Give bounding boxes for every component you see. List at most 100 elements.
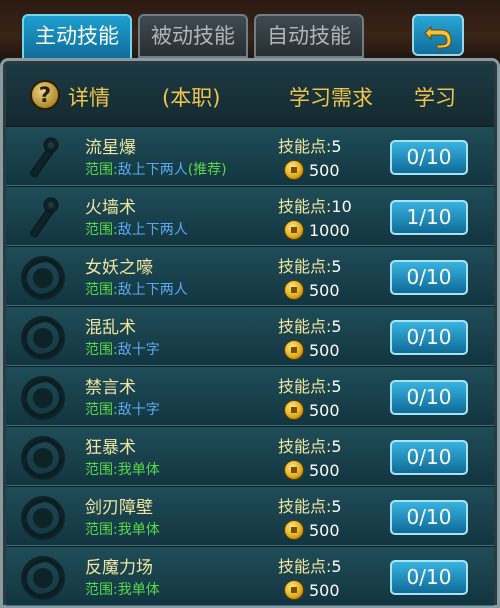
learn-button[interactable]: 1/10 [390,200,468,235]
gold-cost: 500 [309,461,340,480]
gold-coin-icon [284,340,304,360]
range-label: 范围: [85,462,118,478]
gold-cost: 500 [309,521,340,540]
skill-name: 女妖之嚎 [85,258,153,278]
learn-button[interactable]: 0/10 [390,320,468,355]
list-header: ? 详情 (本职) 学习需求 学习 [6,64,494,126]
points-value: 5 [331,557,342,576]
range-value: 敌上下两人 [117,282,188,298]
skill-range: 范围:敌上下两人(推荐) [85,159,227,179]
skill-name: 流星爆 [85,138,136,158]
skill-row: 女妖之嚎 范围:敌上下两人 技能点:5 500 0/10 [6,246,494,306]
swirl-icon [18,373,68,423]
skill-row: 火墙术 范围:敌上下两人 技能点:10 1000 1/10 [6,186,494,246]
gold-cost: 500 [309,161,340,180]
learn-button[interactable]: 0/10 [390,260,468,295]
header-role: (本职) [162,86,221,110]
skill-range: 范围:我单体 [85,519,160,539]
tab-passive-skills[interactable]: 被动技能 [138,14,248,58]
learn-button[interactable]: 0/10 [390,140,468,175]
learn-button[interactable]: 0/10 [390,500,468,535]
header-details: 详情 [68,86,110,110]
skill-name: 反魔力场 [85,558,153,578]
points-label: 技能点: [278,317,332,336]
range-value: 我单体 [117,582,160,598]
skill-points: 技能点:5 [278,373,342,397]
skill-name: 狂暴术 [85,438,136,458]
gold-cost: 1000 [309,221,350,240]
skill-name: 火墙术 [85,198,136,218]
swirl-icon [18,493,68,543]
range-label: 范围: [85,162,118,178]
skill-points: 技能点:5 [278,313,342,337]
tab-bar: 主动技能 被动技能 自动技能 [22,14,364,60]
learn-button[interactable]: 0/10 [390,560,468,595]
range-value: 敌上下两人 [117,222,188,238]
skill-range: 范围:敌上下两人 [85,279,188,299]
skill-row: 狂暴术 范围:我单体 技能点:5 500 0/10 [6,426,494,486]
points-value: 5 [331,257,342,276]
skill-points: 技能点:5 [278,433,342,457]
learn-button[interactable]: 0/10 [390,380,468,415]
points-value: 10 [331,197,352,216]
points-value: 5 [331,497,342,516]
skill-row: 剑刃障壁 范围:我单体 技能点:5 500 0/10 [6,486,494,546]
skill-points: 技能点:10 [278,193,352,217]
points-value: 5 [331,437,342,456]
back-button[interactable] [412,14,464,56]
gold-coin-icon [284,520,304,540]
skill-row: 禁言术 范围:敌十字 技能点:5 500 0/10 [6,366,494,426]
gold-coin-icon [284,160,304,180]
range-label: 范围: [85,522,118,538]
skill-range: 范围:我单体 [85,579,160,599]
range-value: 我单体 [117,462,160,478]
tab-auto-skills[interactable]: 自动技能 [254,14,364,58]
gold-cost: 500 [309,341,340,360]
points-label: 技能点: [278,557,332,576]
points-value: 5 [331,377,342,396]
skill-points: 技能点:5 [278,553,342,577]
skill-range: 范围:敌十字 [85,339,160,359]
gold-coin-icon [284,400,304,420]
skill-row: 反魔力场 范围:我单体 技能点:5 500 0/10 [6,546,494,606]
range-label: 范围: [85,582,118,598]
skill-points: 技能点:5 [278,253,342,277]
question-icon[interactable]: ? [30,80,60,110]
tab-active-skills[interactable]: 主动技能 [22,14,132,60]
swirl-icon [18,313,68,363]
header-learn: 学习 [414,86,456,110]
skill-name: 禁言术 [85,378,136,398]
gold-cost: 500 [309,281,340,300]
gold-coin-icon [284,220,304,240]
skill-row: 流星爆 范围:敌上下两人(推荐) 技能点:5 500 0/10 [6,126,494,186]
gold-coin-icon [284,460,304,480]
points-label: 技能点: [278,137,332,156]
skill-name: 混乱术 [85,318,136,338]
gold-coin-icon [284,580,304,600]
swirl-icon [18,253,68,303]
skill-points: 技能点:5 [278,493,342,517]
header-requirement: 学习需求 [289,86,373,110]
staff-icon [18,193,68,243]
swirl-icon [18,553,68,603]
points-value: 5 [331,137,342,156]
points-value: 5 [331,317,342,336]
range-label: 范围: [85,222,118,238]
skill-panel: ? 详情 (本职) 学习需求 学习 流星爆 范围:敌上下两人(推荐) 技能点:5… [0,58,500,608]
range-label: 范围: [85,282,118,298]
points-label: 技能点: [278,377,332,396]
skill-range: 范围:敌十字 [85,399,160,419]
gold-cost: 500 [309,581,340,600]
skill-points: 技能点:5 [278,133,342,157]
points-label: 技能点: [278,257,332,276]
skill-range: 范围:我单体 [85,459,160,479]
range-value: 我单体 [117,522,160,538]
back-arrow-icon [424,25,452,49]
range-label: 范围: [85,402,118,418]
skill-list: 流星爆 范围:敌上下两人(推荐) 技能点:5 500 0/10 火墙术 范围:敌… [6,126,494,606]
points-label: 技能点: [278,437,332,456]
recommended-note: (推荐) [187,162,227,178]
range-value: 敌十字 [117,402,160,418]
skill-row: 混乱术 范围:敌十字 技能点:5 500 0/10 [6,306,494,366]
learn-button[interactable]: 0/10 [390,440,468,475]
